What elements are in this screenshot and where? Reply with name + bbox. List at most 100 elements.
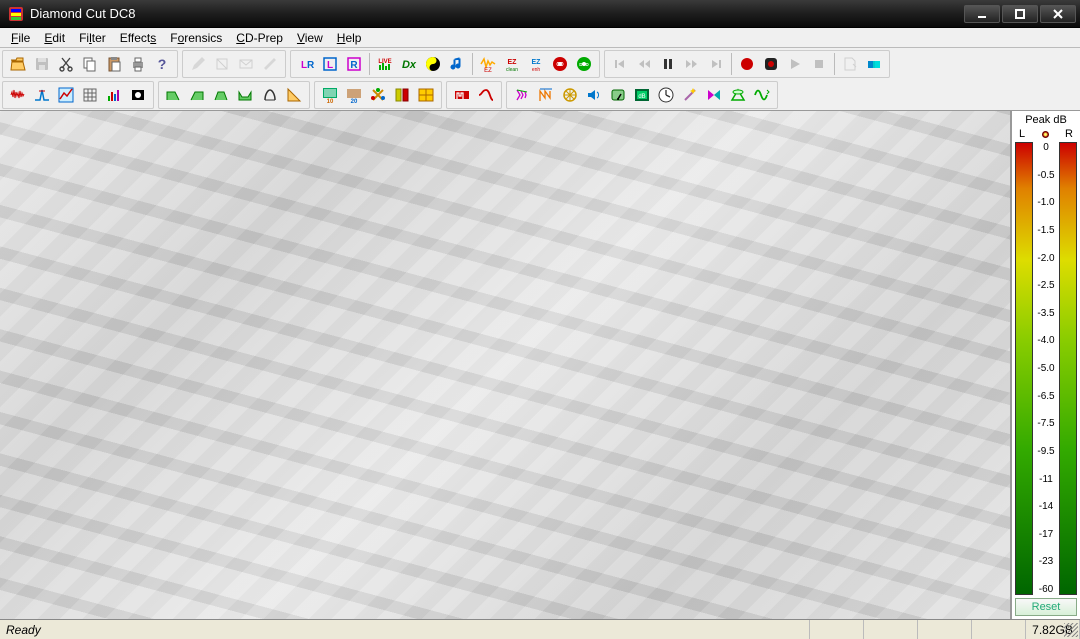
rewind-button[interactable]	[632, 52, 656, 76]
paste-button[interactable]	[102, 52, 126, 76]
gate-icon[interactable]	[450, 83, 474, 107]
l-button[interactable]: L	[318, 52, 342, 76]
open-button[interactable]	[6, 52, 30, 76]
stop-button[interactable]	[807, 52, 831, 76]
resize-grip[interactable]	[1064, 623, 1078, 637]
clip-icon[interactable]: dB	[630, 83, 654, 107]
fill-icon[interactable]	[210, 52, 234, 76]
filter3-icon[interactable]	[210, 83, 234, 107]
envelope-icon[interactable]	[234, 52, 258, 76]
meter-tick: -6.5	[1035, 391, 1057, 402]
meter-tick: -60	[1035, 584, 1057, 595]
svg-text:Dx: Dx	[402, 59, 417, 71]
gauge-icon[interactable]	[606, 83, 630, 107]
meter-tick: -0.5	[1035, 170, 1057, 181]
marker-icon[interactable]	[838, 52, 862, 76]
menu-file[interactable]: File	[4, 29, 37, 47]
eq10-icon[interactable]: 10	[318, 83, 342, 107]
meter-tick: -2.5	[1035, 280, 1057, 291]
spectrum-icon[interactable]	[54, 83, 78, 107]
angle-icon[interactable]	[282, 83, 306, 107]
channel-icon[interactable]	[390, 83, 414, 107]
meter-reset-button[interactable]: Reset	[1015, 598, 1077, 616]
yinyang-icon[interactable]	[421, 52, 445, 76]
menu-forensics[interactable]: Forensics	[163, 29, 229, 47]
titlebar: Diamond Cut DC8	[0, 0, 1080, 28]
menu-filter[interactable]: Filter	[72, 29, 113, 47]
cut-button[interactable]	[54, 52, 78, 76]
tb2-analysis-group	[2, 81, 154, 109]
play-button[interactable]	[783, 52, 807, 76]
noise-icon[interactable]	[6, 83, 30, 107]
lr-button[interactable]: LR	[294, 52, 318, 76]
meter-tick: -11	[1035, 474, 1057, 485]
sine-icon[interactable]	[750, 83, 774, 107]
wand-icon[interactable]	[678, 83, 702, 107]
fx3-icon[interactable]	[558, 83, 582, 107]
cd-icon[interactable]: CD	[548, 52, 572, 76]
ez-impulse-button[interactable]: EZ	[476, 52, 500, 76]
notes-icon[interactable]	[445, 52, 469, 76]
filter4-icon[interactable]	[234, 83, 258, 107]
menu-help[interactable]: Help	[330, 29, 369, 47]
dx-button[interactable]: Dx	[397, 52, 421, 76]
svg-text:R: R	[350, 60, 358, 71]
pencil-icon[interactable]	[186, 52, 210, 76]
status-ready: Ready	[0, 620, 810, 639]
maximize-button[interactable]	[1002, 5, 1038, 23]
menu-view[interactable]: View	[290, 29, 330, 47]
ez-enhance-button[interactable]: EZenh	[524, 52, 548, 76]
record-button[interactable]	[735, 52, 759, 76]
next-button[interactable]	[704, 52, 728, 76]
spike-icon[interactable]	[30, 83, 54, 107]
live-button[interactable]: LIVE	[373, 52, 397, 76]
window-buttons	[964, 5, 1076, 23]
filter1-icon[interactable]	[162, 83, 186, 107]
svg-text:20: 20	[351, 99, 358, 104]
env2-icon[interactable]	[726, 83, 750, 107]
meter-tick: -23	[1035, 556, 1057, 567]
tb2-fx-group: dB	[506, 81, 778, 109]
menu-cdprep[interactable]: CD-Prep	[229, 29, 290, 47]
ez-clean-button[interactable]: EZclean	[500, 52, 524, 76]
levels-icon[interactable]	[102, 83, 126, 107]
meter-tick: -17	[1035, 529, 1057, 540]
save-button[interactable]	[30, 52, 54, 76]
speaker-icon[interactable]	[582, 83, 606, 107]
clock-icon[interactable]	[654, 83, 678, 107]
workspace[interactable]	[0, 111, 1010, 619]
jitter-icon[interactable]	[366, 83, 390, 107]
knife-icon[interactable]	[258, 52, 282, 76]
menu-edit[interactable]: Edit	[37, 29, 72, 47]
color-icon[interactable]	[862, 52, 886, 76]
xfade-icon[interactable]	[702, 83, 726, 107]
print-button[interactable]	[126, 52, 150, 76]
slope-icon[interactable]	[474, 83, 498, 107]
fx1-icon[interactable]	[510, 83, 534, 107]
status-empty-3	[918, 620, 972, 639]
menu-effects[interactable]: Effects	[113, 29, 163, 47]
minimize-button[interactable]	[964, 5, 1000, 23]
close-button[interactable]	[1040, 5, 1076, 23]
svg-text:?: ?	[158, 56, 167, 72]
help-button[interactable]: ?	[150, 52, 174, 76]
meter-tick: -7.5	[1035, 418, 1057, 429]
prev-button[interactable]	[608, 52, 632, 76]
comp-icon[interactable]	[258, 83, 282, 107]
record-stop-button[interactable]	[759, 52, 783, 76]
meter-tick: -14	[1035, 501, 1057, 512]
pause-button[interactable]	[656, 52, 680, 76]
filter2-icon[interactable]	[186, 83, 210, 107]
dvd-icon[interactable]: DVD	[572, 52, 596, 76]
main-area: Peak dB L R 0 -0.5 -1.0 -1.5 -2.0 -2.5 -…	[0, 111, 1080, 619]
r-button[interactable]: R	[342, 52, 366, 76]
lpf-icon[interactable]	[126, 83, 150, 107]
fx2-icon[interactable]	[534, 83, 558, 107]
balance-icon[interactable]	[414, 83, 438, 107]
forward-button[interactable]	[680, 52, 704, 76]
eq20-icon[interactable]: 20	[342, 83, 366, 107]
meter-title: Peak dB	[1015, 114, 1077, 126]
meter-tick: -5.0	[1035, 363, 1057, 374]
copy-button[interactable]	[78, 52, 102, 76]
grid-icon[interactable]	[78, 83, 102, 107]
